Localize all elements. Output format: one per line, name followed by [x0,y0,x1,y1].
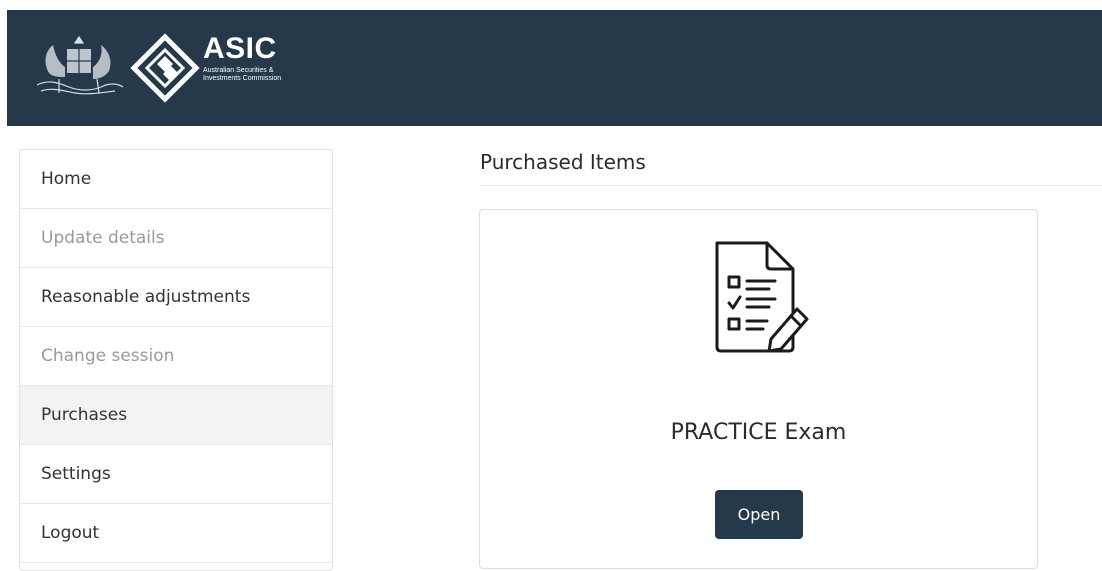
sidebar-item-settings[interactable]: Settings [20,445,332,504]
title-divider [480,185,1102,186]
sidebar-nav: Home Update details Reasonable adjustmen… [19,149,333,571]
card-title: PRACTICE Exam [670,420,847,445]
exam-checklist-icon [715,241,809,353]
sidebar-item-reasonable-adjustments[interactable]: Reasonable adjustments [20,268,332,327]
coat-of-arms-icon [36,35,124,95]
brand-title: ASIC [203,32,277,65]
sidebar-item-change-session: Change session [20,327,332,386]
sidebar-item-logout[interactable]: Logout [20,504,332,563]
brand-wordmark: ASIC Australian Securities & Investments… [203,32,323,83]
open-button[interactable]: Open [715,490,803,539]
sidebar-item-purchases[interactable]: Purchases [20,386,332,445]
brand-subtitle-line1: Australian Securities & [203,67,274,74]
purchased-item-card: PRACTICE Exam Open [479,209,1038,569]
sidebar-item-update-details: Update details [20,209,332,268]
sidebar-item-home[interactable]: Home [20,150,332,209]
top-header: ASIC Australian Securities & Investments… [7,10,1102,126]
brand-subtitle-line2: Investments Commission [203,75,282,82]
page-title: Purchased Items [480,150,646,174]
asic-diamond-logo-icon [130,33,200,103]
